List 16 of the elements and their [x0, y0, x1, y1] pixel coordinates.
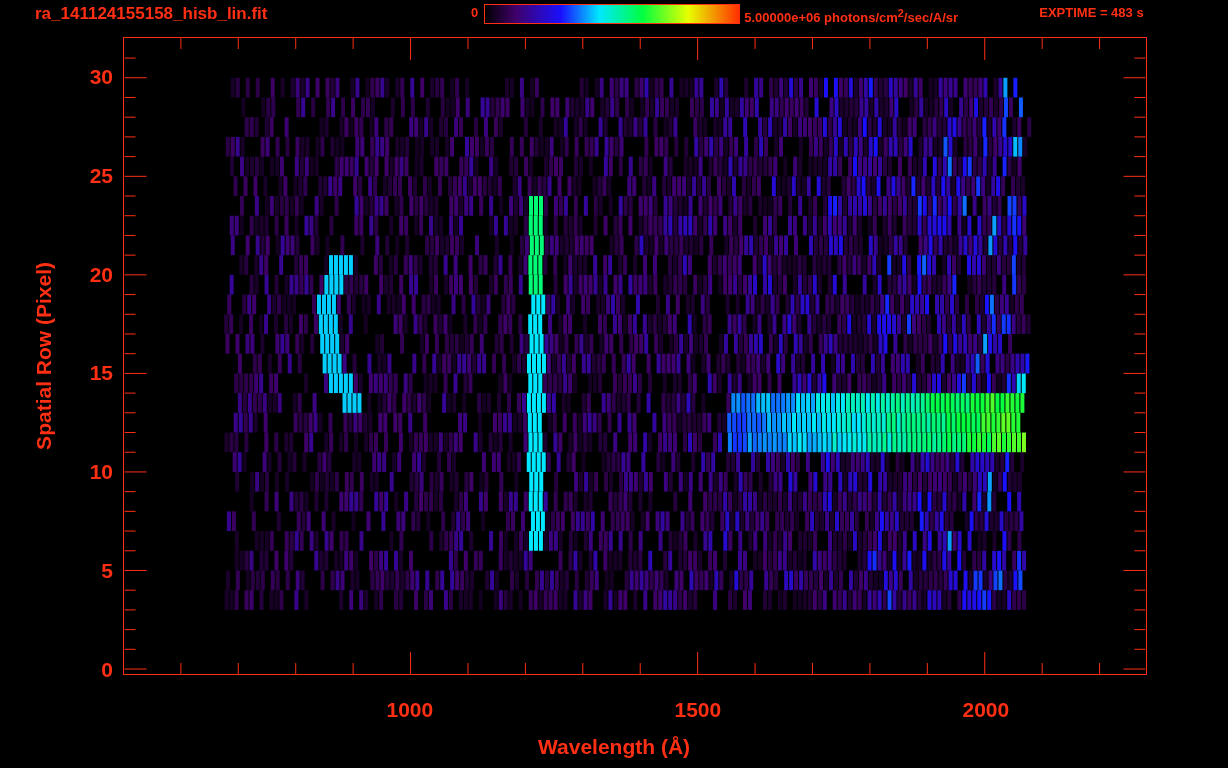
y-tick-label: 30 — [89, 64, 113, 89]
y-tick-label: 10 — [89, 460, 113, 485]
colorbar-max-label: 5.00000e+06 photons/cm$^{2}$/sec/A/sr — [744, 6, 960, 28]
y-tick-label: 0 — [101, 658, 113, 682]
y-tick-label: 25 — [89, 163, 113, 188]
x-axis-label: Wavelength (Å) — [538, 735, 691, 759]
y-tick-label: 5 — [101, 559, 113, 584]
y-tick-label: 15 — [89, 361, 113, 386]
y-tick-label: 20 — [89, 262, 113, 287]
file-title: ra_141124155158_hisb_lin.fit — [35, 4, 269, 24]
x-tick-label: 2000 — [962, 698, 1010, 722]
colorbar-min-label: 0 — [471, 4, 479, 22]
x-tick-label: 1000 — [386, 698, 434, 722]
x-tick-label: 1500 — [674, 698, 722, 722]
exposure-time: EXPTIME = 483 s — [1039, 4, 1144, 22]
y-axis-label: Spatial Row (Pixel) — [32, 262, 56, 450]
